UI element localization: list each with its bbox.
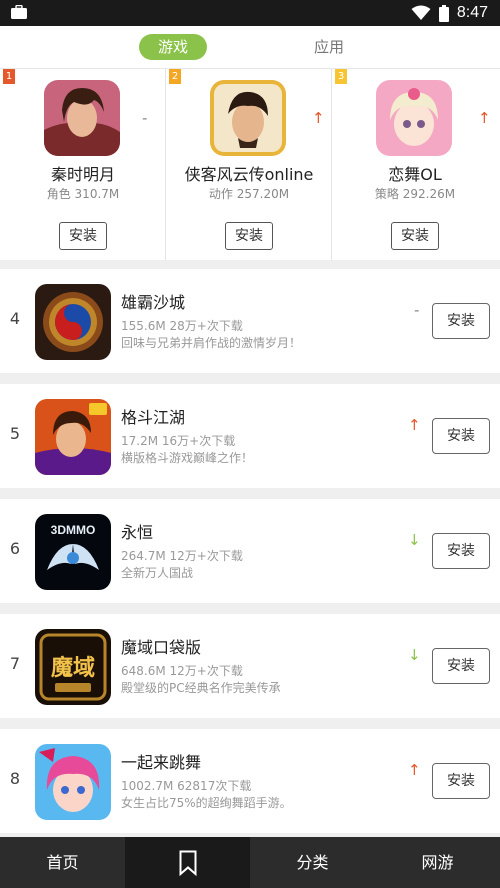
top3-item[interactable]: 2 ↑ 侠客风云传online 动作 257.20M 安装 <box>166 69 332 261</box>
app-icon <box>35 744 111 820</box>
rank-number: 8 <box>9 769 21 788</box>
rank-badge: 2 <box>169 69 181 84</box>
app-name: 雄霸沙城 <box>121 293 186 312</box>
rank-badge: 3 <box>335 69 347 84</box>
battery-icon <box>438 4 449 22</box>
nav-online-games[interactable]: 网游 <box>375 837 500 888</box>
app-description: 殿堂级的PC经典名作完美传承 <box>121 681 281 695</box>
bottom-nav: 首页 分类 网游 <box>0 837 500 888</box>
app-icon <box>376 80 452 156</box>
rank-number: 5 <box>9 424 21 443</box>
wifi-icon <box>411 5 431 20</box>
app-icon: 魔域 <box>35 629 111 705</box>
app-meta: 17.2M 16万+次下载 <box>121 434 236 448</box>
briefcase-icon <box>11 5 27 19</box>
list-item[interactable]: 4 雄霸沙城 155.6M 28万+次下载 回味与兄弟并肩作战的激情岁月！ - … <box>0 269 500 373</box>
app-description: 全新万人国战 <box>121 566 194 580</box>
install-button[interactable]: 安装 <box>59 222 107 250</box>
app-name: 格斗江湖 <box>121 408 186 427</box>
list-item[interactable]: 8 一起来跳舞 1002.7M 62817次下载 女生占比75%的超绚舞蹈手游。… <box>0 729 500 833</box>
app-meta: 155.6M 28万+次下载 <box>121 319 243 333</box>
install-button[interactable]: 安装 <box>391 222 439 250</box>
top3-item[interactable]: 3 ↑ 恋舞OL 策略 292.26M 安装 <box>332 69 498 261</box>
icon-text: 3DMMO <box>51 523 96 537</box>
trend-indicator: - <box>142 109 148 127</box>
app-name: 秦时明月 <box>50 165 115 184</box>
trend-indicator: ↑ <box>408 416 421 434</box>
top3-section: 1 - 秦时明月 角色 310.7M 安装 2 ↑ 侠客风云传online 动作… <box>0 68 500 261</box>
app-name: 魔域口袋版 <box>121 638 202 657</box>
install-button[interactable]: 安装 <box>432 648 490 684</box>
tab-apps[interactable]: 应用 <box>295 34 363 60</box>
app-icon <box>210 80 286 156</box>
trend-indicator: ↑ <box>312 109 325 127</box>
trend-indicator: ↓ <box>408 531 421 549</box>
install-button[interactable]: 安装 <box>432 303 490 339</box>
status-time: 8:47 <box>456 4 488 21</box>
icon-text: 魔域 <box>51 655 95 681</box>
trend-indicator: ↑ <box>408 761 421 779</box>
app-description: 回味与兄弟并肩作战的激情岁月！ <box>121 336 302 350</box>
status-bar: 8:47 <box>0 0 500 26</box>
top3-item[interactable]: 1 - 秦时明月 角色 310.7M 安装 <box>0 69 166 261</box>
nav-category[interactable]: 分类 <box>250 837 375 888</box>
app-icon <box>44 80 120 156</box>
trend-indicator: ↑ <box>478 109 491 127</box>
install-button[interactable]: 安装 <box>432 763 490 799</box>
app-meta: 动作 257.20M <box>208 187 290 201</box>
install-button[interactable]: 安装 <box>432 533 490 569</box>
app-description: 横版格斗游戏巅峰之作！ <box>121 451 254 465</box>
app-icon: 3DMMO <box>35 514 111 590</box>
app-description: 女生占比75%的超绚舞蹈手游。 <box>121 796 292 810</box>
bookmark-icon <box>179 850 196 876</box>
nav-bookmark[interactable] <box>125 837 250 888</box>
category-tabs: 游戏 应用 <box>0 26 500 68</box>
app-name: 一起来跳舞 <box>121 753 202 772</box>
app-name: 侠客风云传online <box>184 165 314 184</box>
app-meta: 策略 292.26M <box>374 187 456 201</box>
app-icon <box>35 284 111 360</box>
list-item[interactable]: 7 魔域 魔域口袋版 648.6M 12万+次下载 殿堂级的PC经典名作完美传承… <box>0 614 500 718</box>
rank-number: 6 <box>9 539 21 558</box>
tab-games[interactable]: 游戏 <box>139 34 207 60</box>
app-meta: 角色 310.7M <box>46 187 120 201</box>
install-button[interactable]: 安装 <box>432 418 490 454</box>
trend-indicator: ↓ <box>408 646 421 664</box>
app-icon <box>35 399 111 475</box>
list-item[interactable]: 5 格斗江湖 17.2M 16万+次下载 横版格斗游戏巅峰之作！ ↑ 安装 <box>0 384 500 488</box>
app-meta: 648.6M 12万+次下载 <box>121 664 243 678</box>
app-meta: 264.7M 12万+次下载 <box>121 549 243 563</box>
app-name: 永恒 <box>121 523 154 542</box>
rank-badge: 1 <box>3 69 15 84</box>
nav-home[interactable]: 首页 <box>0 837 125 888</box>
rank-number: 7 <box>9 654 21 673</box>
app-name: 恋舞OL <box>388 165 442 184</box>
trend-indicator: - <box>414 301 420 319</box>
app-meta: 1002.7M 62817次下载 <box>121 779 252 793</box>
install-button[interactable]: 安装 <box>225 222 273 250</box>
rank-number: 4 <box>9 309 21 328</box>
list-item[interactable]: 6 3DMMO 永恒 264.7M 12万+次下载 全新万人国战 ↓ 安装 <box>0 499 500 603</box>
